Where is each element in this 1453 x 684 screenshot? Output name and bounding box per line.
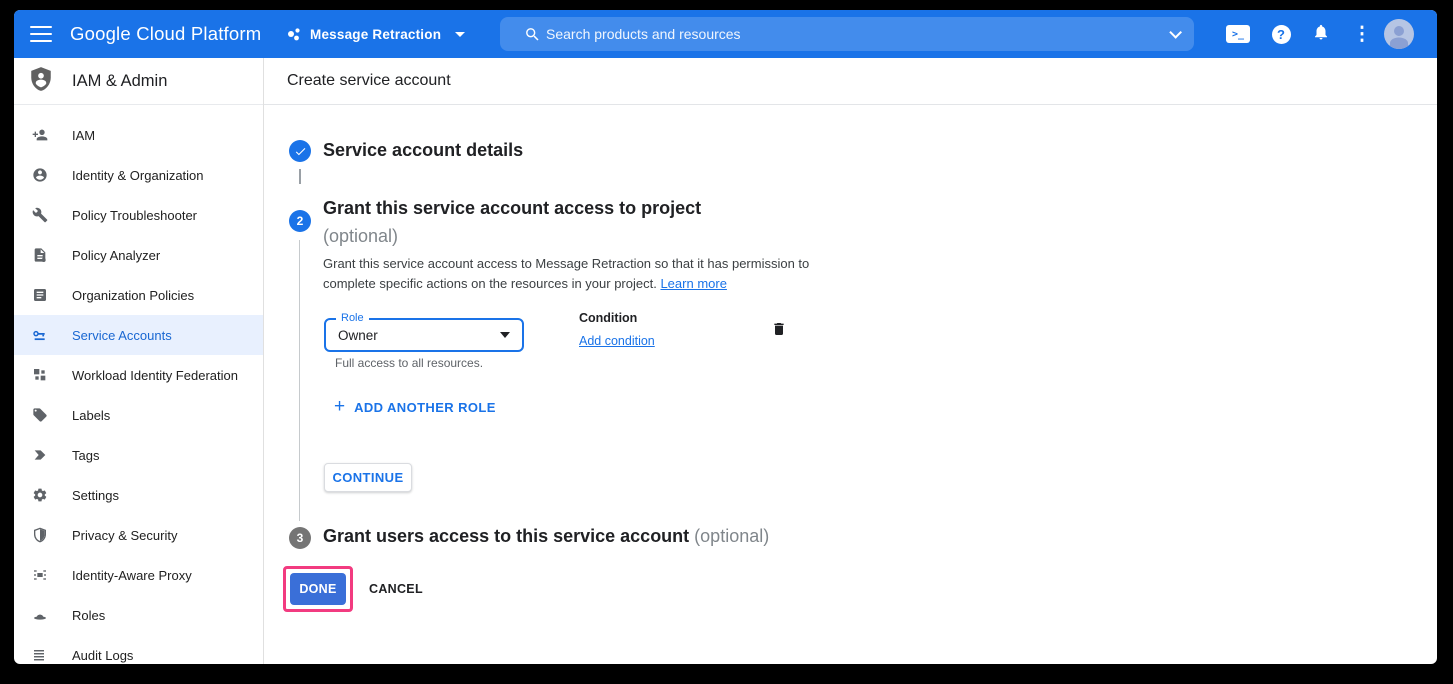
help-button[interactable]: ? xyxy=(1269,10,1293,58)
search-input[interactable] xyxy=(546,26,1169,42)
sidebar-item-iam[interactable]: IAM xyxy=(14,115,263,155)
tag-icon xyxy=(32,407,48,423)
sidebar-item-privacy-security[interactable]: Privacy & Security xyxy=(14,515,263,555)
squares-icon xyxy=(32,367,48,383)
sidebar-item-labels[interactable]: Labels xyxy=(14,395,263,435)
sidebar-item-policy-analyzer[interactable]: Policy Analyzer xyxy=(14,235,263,275)
flag-tag-icon xyxy=(32,447,48,463)
account-circle-icon xyxy=(32,167,48,183)
sidebar-item-settings[interactable]: Settings xyxy=(14,475,263,515)
shield-icon xyxy=(32,527,48,543)
page-title-row: Create service account xyxy=(264,58,1437,105)
proxy-icon xyxy=(32,567,48,583)
sidebar-header: IAM & Admin xyxy=(14,58,263,105)
add-condition-link[interactable]: Add condition xyxy=(579,334,655,348)
page-title: Create service account xyxy=(287,72,451,90)
role-help-text: Full access to all resources. xyxy=(335,356,483,370)
role-selected-value: Owner xyxy=(338,320,378,350)
step1-complete-icon xyxy=(289,140,311,162)
step2-description: Grant this service account access to Mes… xyxy=(323,254,815,294)
terminal-icon: >_ xyxy=(1226,25,1250,43)
plus-icon: + xyxy=(334,399,345,415)
project-cluster-icon xyxy=(286,26,302,42)
gcp-logo[interactable]: Google Cloud Platform xyxy=(70,10,261,58)
trash-icon xyxy=(771,320,787,338)
article-icon xyxy=(32,287,48,303)
person-icon xyxy=(1384,19,1414,49)
done-button[interactable]: DONE xyxy=(290,573,346,605)
search-expand-chevron-icon[interactable] xyxy=(1169,26,1182,39)
step3-optional-label: (optional) xyxy=(694,526,769,546)
gear-icon xyxy=(32,487,48,503)
dropdown-caret-icon xyxy=(500,332,510,338)
add-another-role-button[interactable]: + ADD ANOTHER ROLE xyxy=(334,399,496,415)
project-selector[interactable]: Message Retraction xyxy=(286,10,465,58)
step1-title: Service account details xyxy=(323,140,523,161)
step-connector xyxy=(299,240,300,521)
kebab-menu-icon: ⋮ xyxy=(1353,23,1372,46)
chevron-down-icon xyxy=(455,32,465,37)
continue-button[interactable]: CONTINUE xyxy=(324,463,412,492)
step3-number-badge: 3 xyxy=(289,527,311,549)
key-icon xyxy=(32,327,48,343)
delete-role-button[interactable] xyxy=(771,320,787,343)
account-avatar[interactable] xyxy=(1384,19,1414,49)
hamburger-menu-icon[interactable] xyxy=(30,24,54,44)
sidebar-item-tags[interactable]: Tags xyxy=(14,435,263,475)
sidebar-item-service-accounts[interactable]: Service Accounts xyxy=(14,315,263,355)
sidebar-item-policy-troubleshooter[interactable]: Policy Troubleshooter xyxy=(14,195,263,235)
search-icon xyxy=(524,26,540,42)
document-gear-icon xyxy=(32,247,48,263)
step2-title: Grant this service account access to pro… xyxy=(323,198,701,219)
app-window: Google Cloud Platform Message Retraction… xyxy=(14,10,1437,664)
sidebar-item-identity-aware-proxy[interactable]: Identity-Aware Proxy xyxy=(14,555,263,595)
iam-admin-shield-icon xyxy=(28,65,54,98)
condition-label: Condition xyxy=(579,311,637,325)
sidebar-item-identity-organization[interactable]: Identity & Organization xyxy=(14,155,263,195)
project-name: Message Retraction xyxy=(310,27,441,42)
sidebar: IAM & Admin IAM Identity & Organization … xyxy=(14,58,264,664)
sidebar-nav: IAM Identity & Organization Policy Troub… xyxy=(14,105,263,664)
sidebar-item-workload-identity-federation[interactable]: Workload Identity Federation xyxy=(14,355,263,395)
create-service-account-form: Service account details 2 Grant this ser… xyxy=(264,105,1437,664)
cloud-shell-button[interactable]: >_ xyxy=(1226,10,1250,58)
wrench-icon xyxy=(32,207,48,223)
list-icon xyxy=(32,647,48,663)
checkmark-icon xyxy=(294,145,307,158)
sidebar-item-roles[interactable]: Roles xyxy=(14,595,263,635)
search-bar[interactable] xyxy=(500,17,1194,51)
learn-more-link[interactable]: Learn more xyxy=(660,276,726,291)
step2-number-badge: 2 xyxy=(289,210,311,232)
sidebar-item-organization-policies[interactable]: Organization Policies xyxy=(14,275,263,315)
top-navigation-bar: Google Cloud Platform Message Retraction… xyxy=(14,10,1437,58)
main-panel: Create service account Service account d… xyxy=(264,58,1437,664)
step2-optional-label: (optional) xyxy=(323,226,398,247)
notifications-button[interactable] xyxy=(1309,10,1333,58)
cancel-button[interactable]: CANCEL xyxy=(369,573,423,605)
person-add-icon xyxy=(32,127,48,143)
hat-icon xyxy=(32,607,48,623)
step3-title: Grant users access to this service accou… xyxy=(323,526,769,547)
step-connector xyxy=(299,169,301,184)
help-icon: ? xyxy=(1272,25,1291,44)
more-options-button[interactable]: ⋮ xyxy=(1350,10,1374,58)
role-dropdown[interactable]: Role Owner xyxy=(324,318,524,352)
sidebar-title: IAM & Admin xyxy=(72,72,167,91)
sidebar-item-audit-logs[interactable]: Audit Logs xyxy=(14,635,263,664)
bell-icon xyxy=(1312,23,1330,46)
